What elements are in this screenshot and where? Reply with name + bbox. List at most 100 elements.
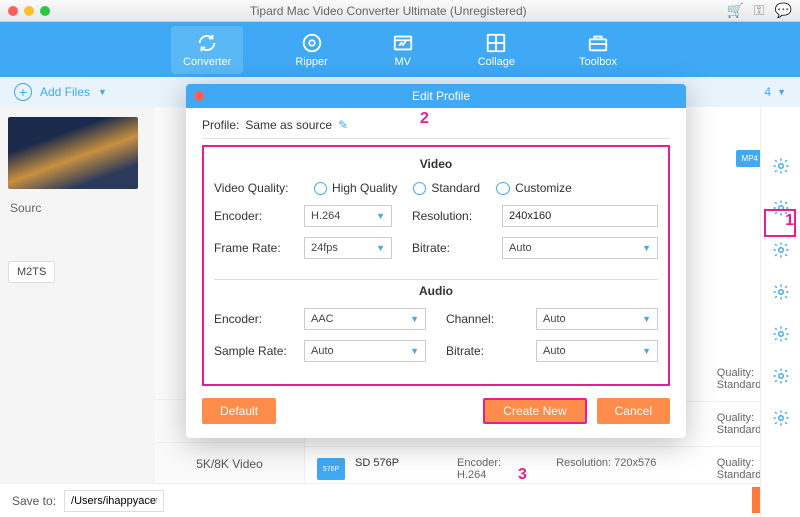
create-new-button[interactable]: Create New xyxy=(483,398,586,424)
audio-bitrate-label: Bitrate: xyxy=(446,344,536,358)
audio-encoder-select[interactable]: AAC ▼ xyxy=(304,308,426,330)
chevron-down-icon: ▼ xyxy=(642,243,651,253)
nav-collage[interactable]: Collage xyxy=(466,26,527,74)
ripper-icon xyxy=(301,32,323,54)
pencil-icon[interactable]: ✎ xyxy=(338,118,348,132)
chevron-down-icon: ▼ xyxy=(777,87,786,97)
chevron-down-icon: ▼ xyxy=(98,87,107,97)
chevron-down-icon: ▼ xyxy=(410,346,419,356)
output-format-label: MP4 xyxy=(742,154,758,163)
collage-icon xyxy=(485,32,507,54)
feedback-icon[interactable]: 💬 xyxy=(775,2,792,19)
gear-icon[interactable] xyxy=(772,241,790,259)
profile-label: Profile: xyxy=(202,118,239,132)
nav-toolbox[interactable]: Toolbox xyxy=(567,26,629,74)
modal-title: Edit Profile xyxy=(204,89,678,103)
add-files-label: Add Files xyxy=(40,85,90,99)
chevron-down-icon: ▼ xyxy=(642,314,651,324)
video-quality-label: Video Quality: xyxy=(214,181,314,195)
window-title: Tipard Mac Video Converter Ultimate (Unr… xyxy=(50,4,726,18)
gear-icon[interactable] xyxy=(772,157,790,175)
nav-mv-label: MV xyxy=(394,56,411,68)
default-button[interactable]: Default xyxy=(202,398,276,424)
select-value: Auto xyxy=(543,313,566,325)
format-icon: 576P xyxy=(317,458,345,480)
profile-value: Same as source xyxy=(245,118,332,132)
modal-header: Edit Profile xyxy=(186,84,686,108)
audio-encoder-label: Encoder: xyxy=(214,312,304,326)
traffic-lights xyxy=(8,6,50,16)
key-icon[interactable]: ⚿ xyxy=(754,2,765,19)
convert-button[interactable] xyxy=(752,487,760,513)
radio-label: Standard xyxy=(431,181,480,195)
gear-icon[interactable] xyxy=(772,325,790,343)
settings-rail xyxy=(760,107,800,517)
save-to-bar: Save to: xyxy=(0,483,760,517)
sample-rate-select[interactable]: Auto ▼ xyxy=(304,340,426,362)
chevron-down-icon: ▼ xyxy=(642,346,651,356)
gear-icon[interactable] xyxy=(772,283,790,301)
resolution-input[interactable] xyxy=(502,205,658,227)
radio-standard[interactable]: Standard xyxy=(413,181,480,195)
radio-customize[interactable]: Customize xyxy=(496,181,572,195)
video-thumbnail[interactable] xyxy=(8,117,138,189)
select-value: Auto xyxy=(509,242,532,254)
titlebar: Tipard Mac Video Converter Ultimate (Unr… xyxy=(0,0,800,22)
select-value: 24fps xyxy=(311,242,338,254)
format-name: SD 576P xyxy=(355,457,422,481)
page-indicator-value: 4 xyxy=(764,85,771,99)
annotation-2: 2 xyxy=(420,110,429,128)
save-path-input[interactable] xyxy=(64,490,164,512)
add-files-button[interactable]: + Add Files ▼ xyxy=(14,83,107,101)
nav-converter[interactable]: Converter xyxy=(171,26,243,74)
audio-section-title: Audio xyxy=(214,284,658,298)
gear-icon[interactable] xyxy=(772,409,790,427)
minimize-icon[interactable] xyxy=(24,6,34,16)
source-format-badge: M2TS xyxy=(8,261,55,283)
radio-label: High Quality xyxy=(332,181,397,195)
chevron-down-icon: ▼ xyxy=(410,314,419,324)
video-section-title: Video xyxy=(214,157,658,171)
format-resolution: Resolution: 720x576 xyxy=(556,457,682,481)
close-icon[interactable] xyxy=(8,6,18,16)
channel-select[interactable]: Auto ▼ xyxy=(536,308,658,330)
sidebar-item-5k8k[interactable]: 5K/8K Video xyxy=(155,443,304,486)
page-indicator[interactable]: 4 ▼ xyxy=(764,85,786,99)
frame-rate-select[interactable]: 24fps ▼ xyxy=(304,237,392,259)
top-nav: Converter Ripper MV Collage Toolbox xyxy=(0,22,800,77)
nav-ripper[interactable]: Ripper xyxy=(283,26,339,74)
nav-collage-label: Collage xyxy=(478,56,515,68)
save-to-label: Save to: xyxy=(12,494,56,508)
select-value: AAC xyxy=(311,313,334,325)
format-encoder: Encoder: H.264 xyxy=(457,457,521,481)
video-encoder-select[interactable]: H.264▼ xyxy=(304,205,392,227)
select-value: Auto xyxy=(311,345,334,357)
sample-rate-label: Sample Rate: xyxy=(214,344,304,358)
video-bitrate-select[interactable]: Auto ▼ xyxy=(502,237,658,259)
radio-high-quality[interactable]: High Quality xyxy=(314,181,397,195)
close-icon[interactable] xyxy=(194,91,204,101)
edit-profile-modal: Edit Profile Profile: Same as source ✎ V… xyxy=(186,84,686,438)
source-label: Sourc xyxy=(8,197,147,219)
settings-section: Video Video Quality: High Quality Standa… xyxy=(202,145,670,386)
channel-label: Channel: xyxy=(446,312,536,326)
annotation-3: 3 xyxy=(518,466,527,484)
chevron-down-icon: ▼ xyxy=(376,243,385,253)
nav-mv[interactable]: MV xyxy=(380,26,426,74)
chevron-down-icon: ▼ xyxy=(376,211,385,221)
video-bitrate-label: Bitrate: xyxy=(412,241,502,255)
radio-label: Customize xyxy=(515,181,572,195)
nav-converter-label: Converter xyxy=(183,56,231,68)
maximize-icon[interactable] xyxy=(40,6,50,16)
source-panel: Sourc M2TS xyxy=(0,107,155,517)
gear-icon[interactable] xyxy=(772,367,790,385)
cart-icon[interactable]: 🛒 xyxy=(726,2,743,19)
audio-bitrate-select[interactable]: Auto▼ xyxy=(536,340,658,362)
video-encoder-label: Encoder: xyxy=(214,209,304,223)
cancel-button[interactable]: Cancel xyxy=(597,398,670,424)
profile-row: Profile: Same as source ✎ xyxy=(202,118,670,139)
nav-toolbox-label: Toolbox xyxy=(579,56,617,68)
title-actions: 🛒 ⚿ 💬 xyxy=(726,2,792,19)
resolution-label: Resolution: xyxy=(412,209,502,223)
plus-icon: + xyxy=(14,83,32,101)
